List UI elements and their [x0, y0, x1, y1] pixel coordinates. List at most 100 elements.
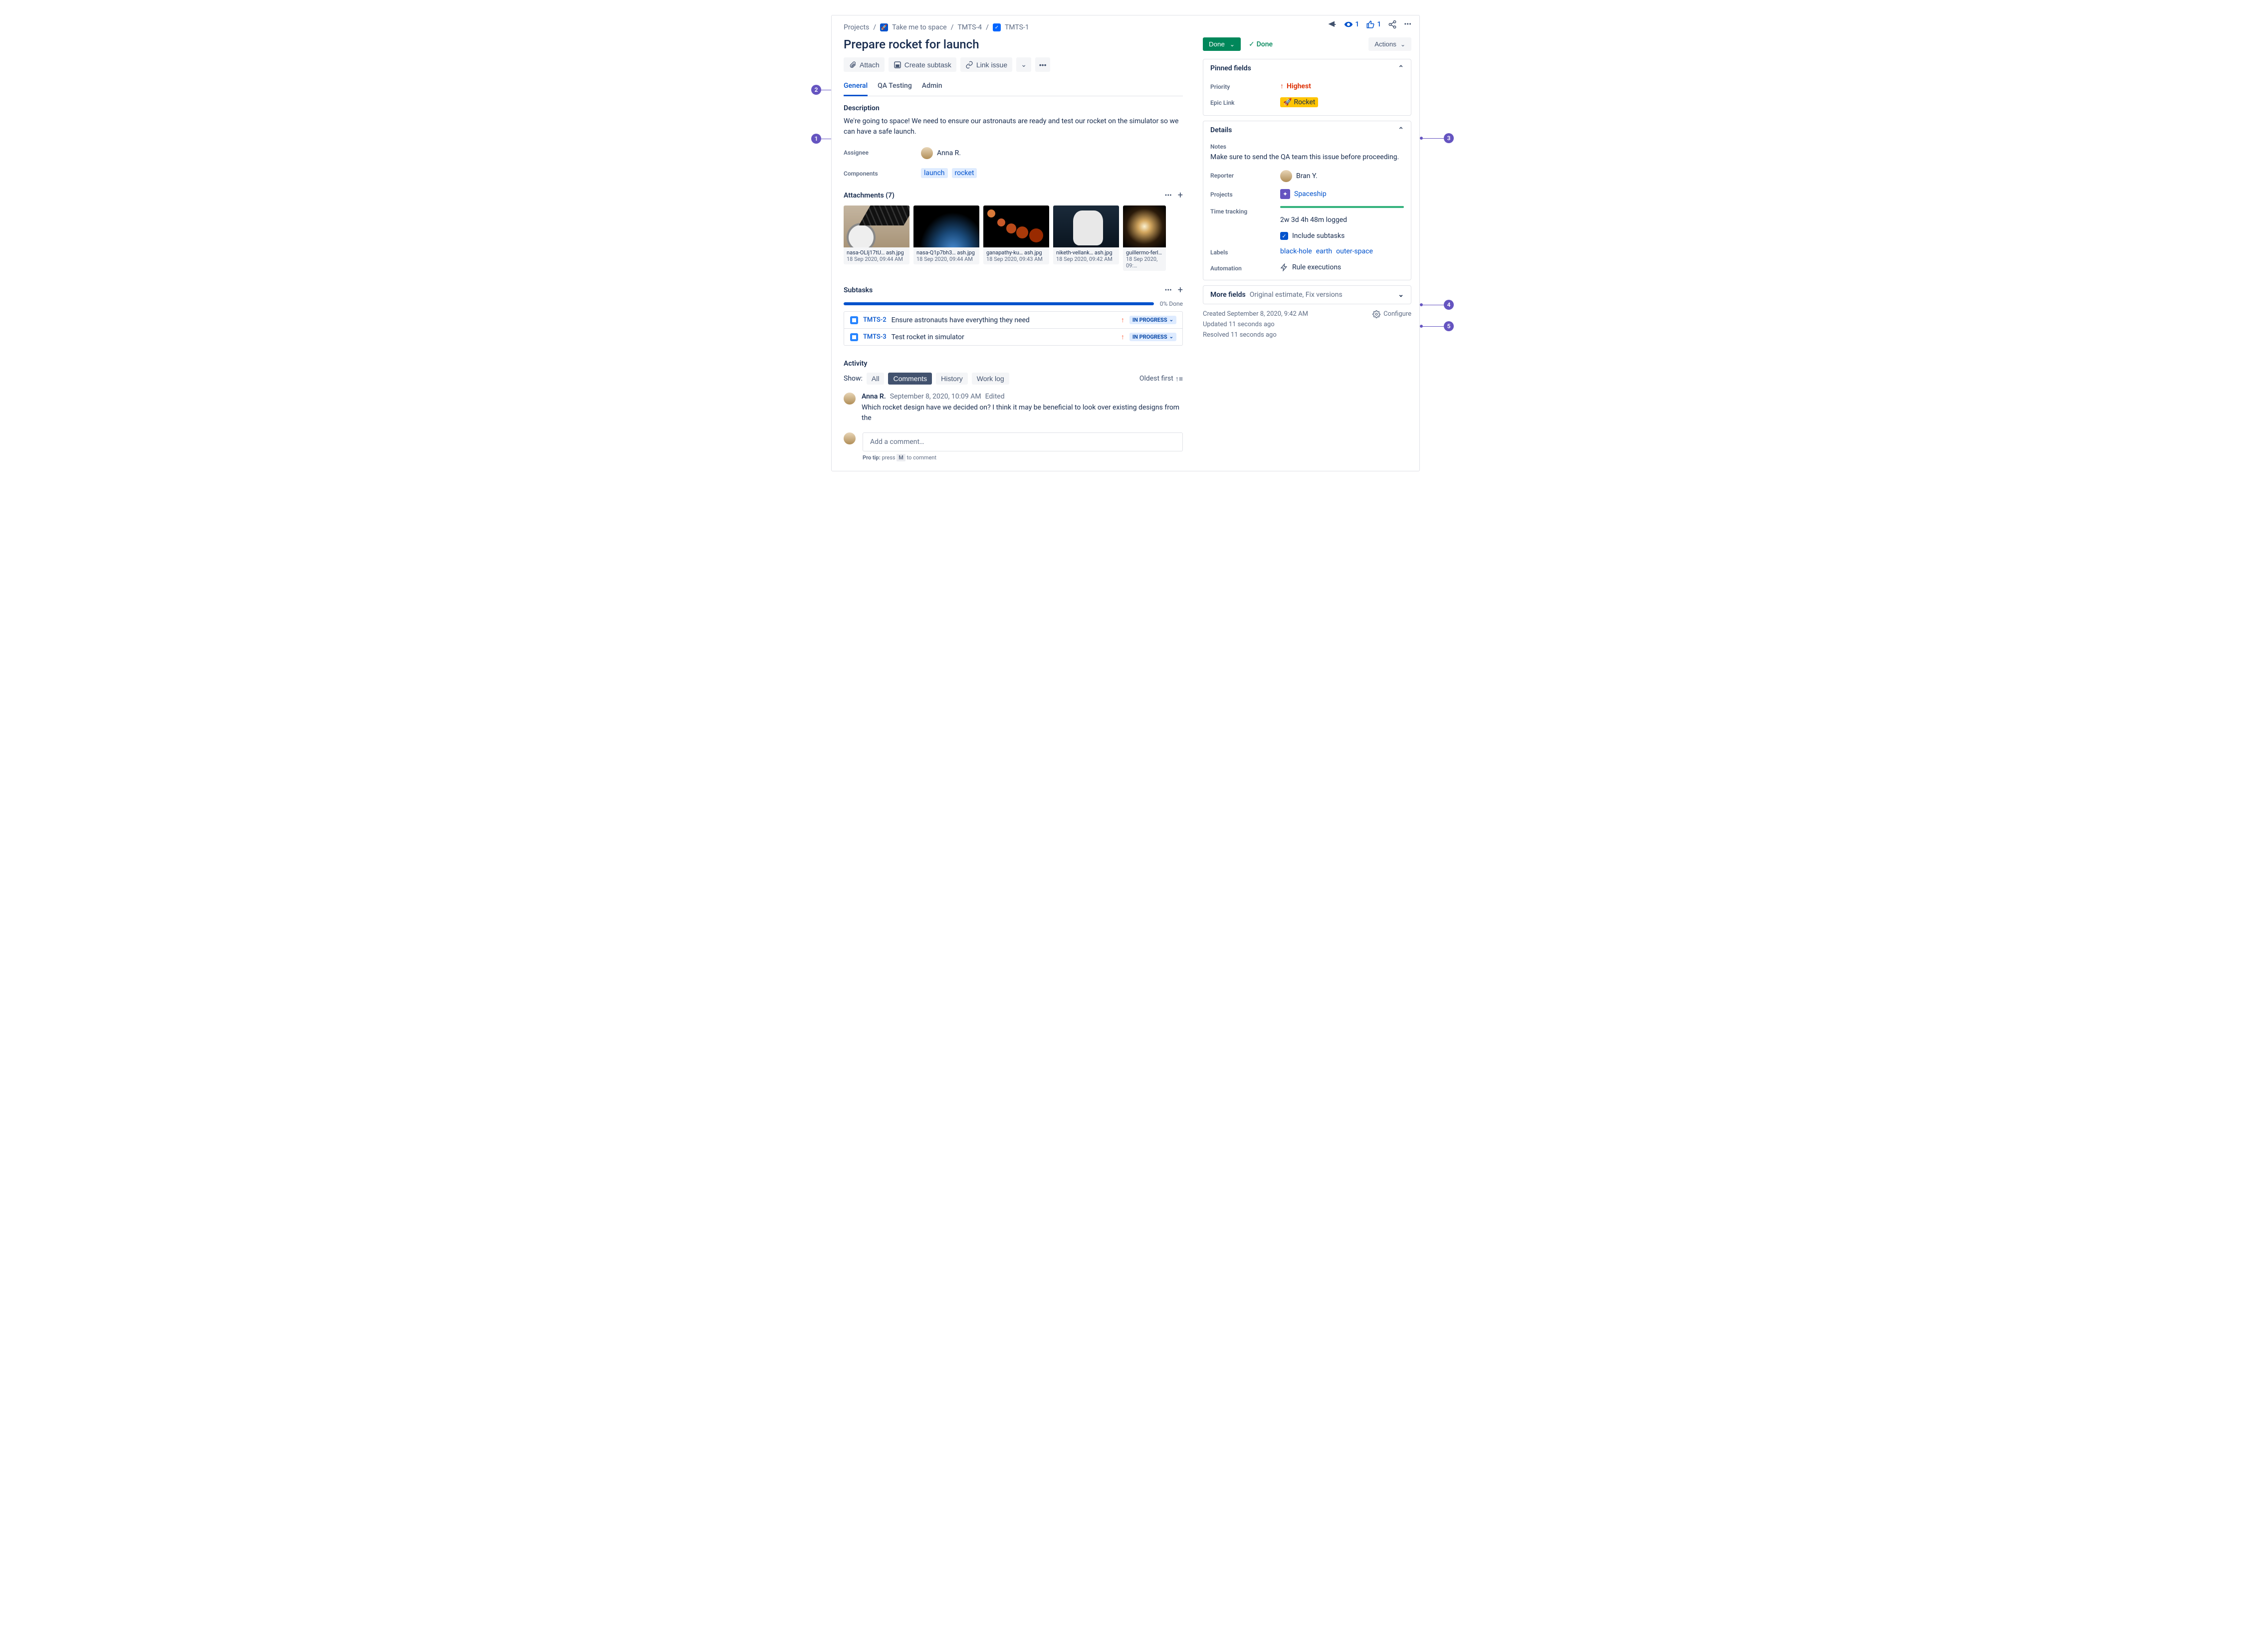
- attachment-name: niketh-vellank… ash.jpg: [1056, 249, 1116, 256]
- subtasks-title: Subtasks: [844, 286, 873, 294]
- description-label: Description: [844, 104, 1183, 112]
- component-chip[interactable]: launch: [921, 168, 948, 178]
- link-issue-button[interactable]: Link issue: [960, 57, 1012, 72]
- filter-history[interactable]: History: [936, 373, 968, 385]
- checkbox-checked-icon[interactable]: [1280, 232, 1288, 240]
- tab-general[interactable]: General: [844, 82, 868, 96]
- component-chip[interactable]: rocket: [952, 168, 977, 178]
- pinned-fields-header[interactable]: Pinned fields: [1203, 59, 1411, 77]
- link-icon: [965, 61, 973, 69]
- issue-meta: Created September 8, 2020, 9:42 AM Updat…: [1203, 309, 1411, 340]
- feedback-button[interactable]: [1327, 19, 1337, 29]
- breadcrumb-issue[interactable]: TMTS-1: [1005, 23, 1029, 31]
- notes-text[interactable]: Make sure to send the QA team this issue…: [1210, 153, 1404, 161]
- attachment-item[interactable]: nasa-Q1p7bh3… ash.jpg 18 Sep 2020, 09:44…: [913, 206, 979, 271]
- callout-5: 5: [1420, 321, 1454, 331]
- reporter-name: Bran Y.: [1296, 172, 1318, 180]
- projects-value[interactable]: ✦ Spaceship: [1280, 189, 1404, 199]
- attachment-name: ganapathy-ku… ash.jpg: [986, 249, 1046, 256]
- projects-label: Projects: [1210, 189, 1280, 199]
- subtask-key[interactable]: TMTS-2: [863, 316, 887, 324]
- create-subtask-button[interactable]: Create subtask: [889, 57, 956, 72]
- more-button[interactable]: •••: [1404, 20, 1411, 28]
- subtask-item[interactable]: TMTS-2 Ensure astronauts have everything…: [844, 312, 1182, 328]
- issue-title[interactable]: Prepare rocket for launch: [844, 37, 1183, 51]
- comment-input[interactable]: Add a comment…: [863, 432, 1183, 451]
- attachment-thumb: [1053, 206, 1119, 247]
- actions-button[interactable]: Actions: [1368, 37, 1411, 51]
- resolution-label: Done: [1257, 40, 1273, 48]
- epic-link[interactable]: Rocket: [1280, 97, 1318, 107]
- description-text[interactable]: We're going to space! We need to ensure …: [844, 116, 1183, 137]
- created-date: Created September 8, 2020, 9:42 AM: [1203, 309, 1372, 320]
- filter-all[interactable]: All: [867, 373, 885, 385]
- label-chip[interactable]: outer-space: [1336, 247, 1373, 255]
- sort-label: Oldest first: [1139, 375, 1173, 383]
- callout-5-num: 5: [1444, 321, 1454, 331]
- details-panel: Details Notes Make sure to send the QA t…: [1203, 121, 1411, 280]
- attach-button[interactable]: Attach: [844, 57, 885, 72]
- watchers-button[interactable]: 1: [1344, 20, 1359, 29]
- sort-oldest-first[interactable]: Oldest first ↑≡: [1139, 375, 1183, 383]
- subtask-status[interactable]: IN PROGRESS: [1129, 316, 1176, 324]
- components-value[interactable]: launch rocket: [921, 168, 1183, 178]
- assignee-value[interactable]: Anna R.: [921, 147, 1183, 159]
- share-button[interactable]: [1388, 20, 1397, 29]
- labels-row: Labels black-hole earth outer-space: [1210, 247, 1404, 256]
- filter-work-log[interactable]: Work log: [972, 373, 1009, 385]
- subtask-item[interactable]: TMTS-3 Test rocket in simulator IN PROGR…: [844, 328, 1182, 345]
- attachment-item[interactable]: nasa-OLIj17tU… ash.jpg 18 Sep 2020, 09:4…: [844, 206, 909, 271]
- more-fields-hint: Original estimate, Fix versions: [1250, 291, 1343, 299]
- details-header[interactable]: Details: [1203, 121, 1411, 139]
- attachment-item[interactable]: guillermo-ferl… a… 18 Sep 2020, 09:…: [1123, 206, 1166, 271]
- projects-name[interactable]: Spaceship: [1294, 190, 1327, 198]
- label-chip[interactable]: black-hole: [1280, 247, 1312, 255]
- updated-date: Updated 11 seconds ago: [1203, 320, 1372, 330]
- subtasks-more-button[interactable]: •••: [1165, 286, 1172, 294]
- filter-comments[interactable]: Comments: [888, 373, 932, 385]
- attachment-item[interactable]: niketh-vellank… ash.jpg 18 Sep 2020, 09:…: [1053, 206, 1119, 271]
- subtasks-add-button[interactable]: +: [1178, 285, 1183, 295]
- breadcrumb-project[interactable]: Take me to space: [892, 23, 947, 31]
- priority-value[interactable]: Highest: [1280, 81, 1404, 90]
- tab-qa-testing[interactable]: QA Testing: [878, 82, 912, 96]
- label-chip[interactable]: earth: [1316, 247, 1332, 255]
- reporter-value[interactable]: Bran Y.: [1280, 170, 1404, 182]
- sort-icon: ↑≡: [1175, 375, 1183, 383]
- components-label: Components: [844, 168, 921, 177]
- tab-admin[interactable]: Admin: [922, 82, 942, 96]
- show-label: Show:: [844, 375, 863, 383]
- automation-value: Rule executions: [1292, 263, 1341, 271]
- breadcrumb-parent[interactable]: TMTS-4: [958, 23, 982, 31]
- more-fields-header[interactable]: More fields Original estimate, Fix versi…: [1203, 286, 1411, 304]
- attachment-item[interactable]: ganapathy-ku… ash.jpg 18 Sep 2020, 09:43…: [983, 206, 1049, 271]
- subtask-status[interactable]: IN PROGRESS: [1129, 333, 1176, 341]
- attachments-more-button[interactable]: •••: [1165, 192, 1172, 200]
- breadcrumb-projects[interactable]: Projects: [844, 23, 869, 31]
- time-tracking-row: Time tracking 2w 3d 4h 48m logged Includ…: [1210, 206, 1404, 240]
- more-actions-button[interactable]: •••: [1035, 57, 1050, 72]
- callout-2-num: 2: [811, 85, 821, 95]
- comment-author[interactable]: Anna R.: [862, 393, 886, 401]
- project-icon: ✦: [1280, 189, 1290, 199]
- vote-button[interactable]: 1: [1366, 20, 1381, 29]
- issue-sidebar: 1 1 ••• Done Done Actions Pinn: [1195, 15, 1419, 471]
- subtask-key[interactable]: TMTS-3: [863, 333, 887, 341]
- status-label: Done: [1209, 40, 1225, 48]
- configure-button[interactable]: Configure: [1372, 309, 1411, 320]
- attachment-date: 18 Sep 2020, 09:44 AM: [916, 256, 976, 262]
- priority-row: Priority Highest: [1210, 81, 1404, 90]
- status-button[interactable]: Done: [1203, 37, 1241, 51]
- notes-label: Notes: [1210, 143, 1404, 150]
- projects-row: Projects ✦ Spaceship: [1210, 189, 1404, 199]
- attachments-add-button[interactable]: +: [1178, 190, 1183, 201]
- include-subtasks-row[interactable]: Include subtasks: [1280, 232, 1404, 240]
- time-tracking-value[interactable]: 2w 3d 4h 48m logged: [1280, 216, 1404, 224]
- status-row: Done Done Actions: [1203, 37, 1411, 51]
- labels-value[interactable]: black-hole earth outer-space: [1280, 247, 1404, 256]
- pro-tip: Pro tip: press M to comment: [863, 454, 1183, 461]
- breadcrumb-sep-2: /: [951, 23, 954, 31]
- header-actions: 1 1 •••: [1203, 19, 1411, 29]
- rule-executions-button[interactable]: Rule executions: [1280, 263, 1341, 271]
- link-dropdown-button[interactable]: ⌄: [1016, 57, 1031, 72]
